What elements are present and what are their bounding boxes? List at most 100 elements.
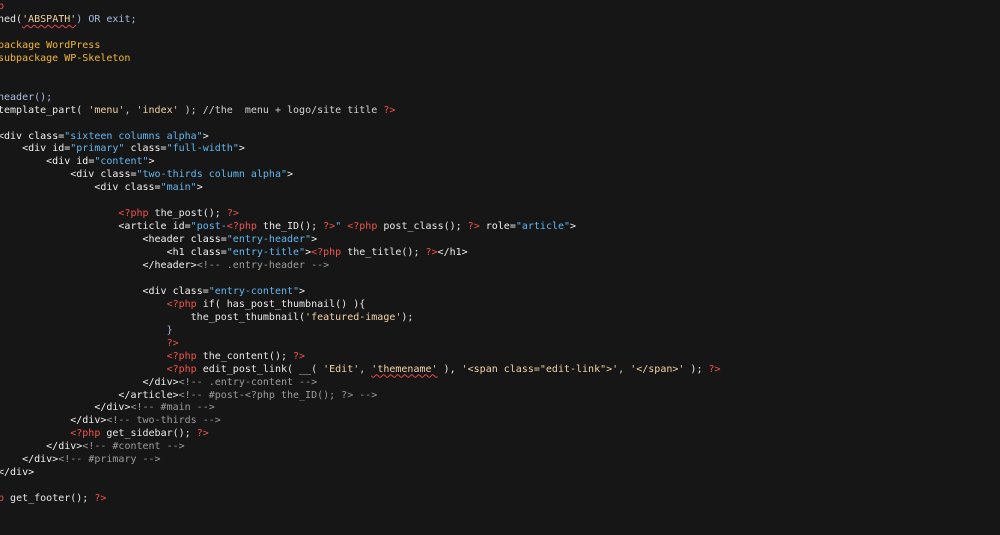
code-token: , [618, 363, 631, 375]
code-token: class= [100, 169, 137, 181]
code-line[interactable]: p get_footer(); ?> [0, 492, 106, 505]
code-token: <?php [118, 208, 149, 220]
code-token: class= [190, 247, 227, 259]
code-line[interactable]: <div id="content"> [0, 155, 154, 168]
code-token: > [570, 221, 577, 233]
code-token: '</span>' [630, 363, 685, 375]
code-line[interactable]: <?php if( has_post_thumbnail() ){ [0, 298, 366, 311]
code-token: </div> [0, 454, 59, 466]
code-token: "entry-header" [226, 234, 312, 246]
code-token: edit_post_link( __( [196, 363, 324, 375]
code-line[interactable]: package WordPress [0, 39, 100, 52]
code-token: <div [0, 285, 173, 297]
code-token: 'index' [136, 104, 179, 116]
code-token: </div> [0, 467, 35, 479]
code-token: </div> [0, 415, 107, 427]
code-token: <header [0, 234, 191, 246]
code-token: ?> [166, 337, 179, 349]
code-line[interactable]: <div class="two-thirds column alpha"> [0, 168, 293, 181]
code-token: <!-- #content --> [82, 441, 185, 453]
code-token: post_class(); [377, 221, 468, 233]
code-line[interactable]: </div><!-- two-thirds --> [0, 414, 221, 427]
code-line[interactable]: </div><!-- #primary --> [0, 453, 161, 466]
code-token: <article [0, 221, 173, 233]
code-token: class= [124, 143, 167, 155]
code-line[interactable]: </article><!-- #post-<?php the_ID(); ?> … [0, 389, 377, 402]
code-line[interactable]: header(); [0, 91, 52, 104]
code-line[interactable]: </div><!-- #content --> [0, 440, 185, 453]
code-editor[interactable]: p ned('ABSPATH') OR exit; package WordPres… [0, 0, 1000, 535]
code-token: ?> [94, 493, 107, 505]
code-token: class= [28, 130, 65, 142]
code-token: , [124, 104, 137, 116]
code-line[interactable]: <?php the_content(); ?> [0, 350, 305, 363]
code-token: header(); [0, 91, 53, 103]
code-line[interactable]: </div><!-- .entry-content --> [0, 376, 317, 389]
code-token: </div> [0, 402, 131, 414]
code-token: the_ID(); [256, 221, 324, 233]
code-token: <?php [226, 221, 257, 233]
code-token: the_content(); [196, 350, 294, 362]
code-line[interactable]: <div class="main"> [0, 181, 203, 194]
code-line[interactable]: <?php get_sidebar(); ?> [0, 427, 208, 440]
code-line[interactable]: <div class="sixteen columns alpha"> [0, 130, 209, 143]
code-token: ?> [293, 350, 306, 362]
code-token: id= [76, 156, 95, 168]
code-token: > [238, 143, 245, 155]
code-token: <!-- #primary --> [58, 454, 161, 466]
code-token: "primary" [70, 143, 125, 155]
code-token: </header> [0, 260, 197, 271]
code-line[interactable]: <header class="entry-header"> [0, 233, 317, 246]
code-token: <div [0, 156, 77, 168]
code-token: <?php [166, 363, 197, 375]
code-token: </article> [0, 389, 179, 401]
code-token: <!-- .entry-header --> [196, 260, 330, 271]
code-token: ?> [323, 221, 336, 233]
code-token: the_post_thumbnail( [0, 311, 306, 323]
code-token: ?> [708, 363, 721, 375]
code-token: > [196, 182, 203, 194]
code-line[interactable]: <div class="entry-content"> [0, 285, 305, 298]
code-token: 'ABSPATH' [22, 13, 77, 25]
code-line[interactable]: <?php edit_post_link( __( 'Edit', 'theme… [0, 363, 721, 376]
code-token: <?php [70, 428, 101, 440]
code-token: 'menu' [88, 104, 125, 116]
code-token: 'featured-image' [305, 311, 402, 323]
code-token: the_title(); [341, 247, 426, 259]
code-token: > [202, 130, 209, 142]
code-line[interactable]: ned('ABSPATH') OR exit; [0, 13, 137, 26]
code-token: if( has_post_thumbnail() ){ [196, 298, 366, 310]
code-line[interactable]: <?php the_post(); ?> [0, 207, 238, 220]
code-token: ); //the menu + logo/site title [178, 104, 384, 116]
code-token: "two-thirds column alpha" [136, 169, 287, 181]
code-token: 'themename' [371, 363, 438, 375]
code-token: subpackage WP-Skeleton [0, 52, 131, 64]
code-token: "post- [190, 221, 227, 233]
code-line[interactable]: <article id="post-<?php the_ID(); ?>" <?… [0, 220, 576, 233]
code-token: the_post(); [148, 208, 227, 220]
code-line[interactable]: <div id="primary" class="full-width"> [0, 142, 245, 155]
code-token: } [0, 324, 173, 336]
code-line[interactable]: </header><!-- .entry-header --> [0, 259, 329, 272]
code-line[interactable]: p [0, 0, 4, 13]
code-token: id= [172, 221, 191, 233]
code-token: , [359, 363, 372, 375]
code-token: <!-- .entry-content --> [178, 376, 318, 388]
code-token: class= [124, 182, 161, 194]
code-token: <div [0, 182, 125, 194]
code-line[interactable]: the_post_thumbnail('featured-image'); [0, 311, 414, 324]
code-line[interactable]: subpackage WP-Skeleton [0, 52, 130, 65]
code-line[interactable]: ?> [0, 337, 179, 350]
code-line[interactable]: </div> [0, 466, 34, 479]
code-line[interactable]: <h1 class="entry-title"><?php the_title(… [0, 246, 468, 259]
code-token: <?php [347, 221, 378, 233]
code-line[interactable]: template_part( 'menu', 'index' ); //the … [0, 104, 395, 117]
code-token: get_sidebar(); [100, 428, 197, 440]
code-line[interactable]: } [0, 324, 173, 337]
code-line[interactable]: </div><!-- #main --> [0, 401, 214, 414]
code-token: ?> [425, 247, 438, 259]
